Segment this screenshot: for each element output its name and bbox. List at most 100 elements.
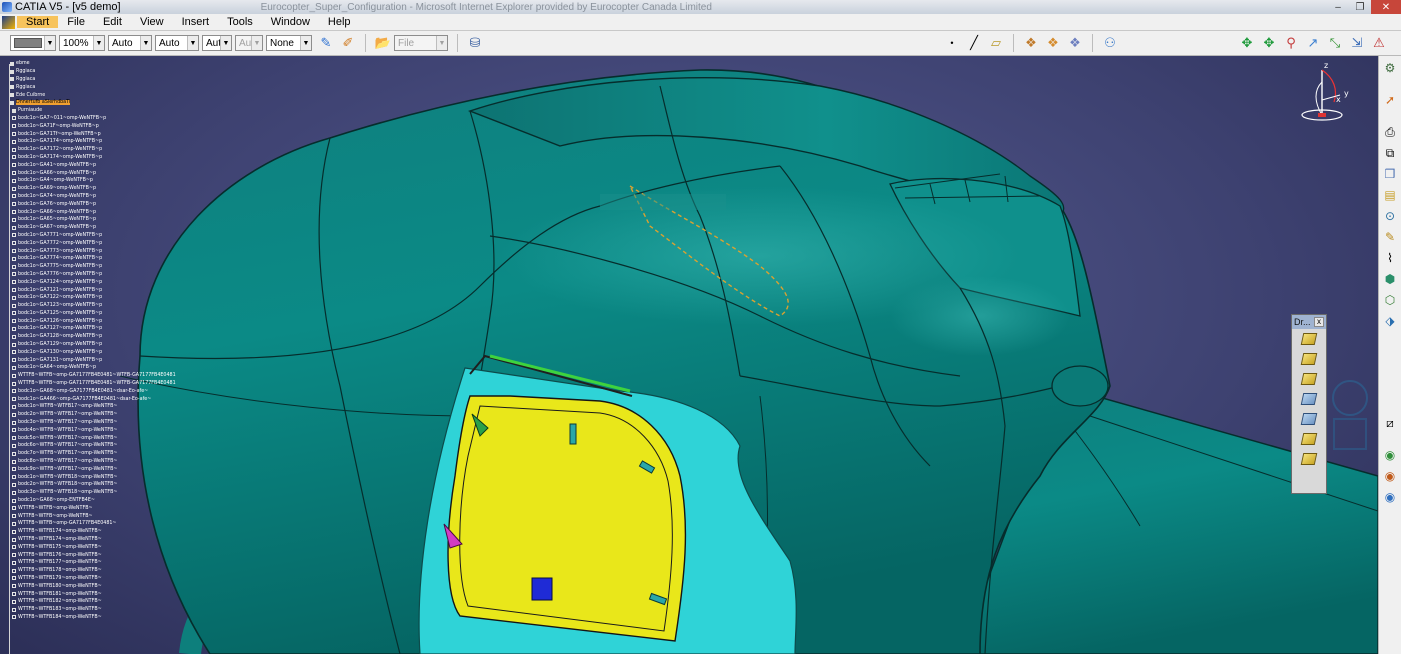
tree-node[interactable]: bodc1o~GA64~omp-WeNTFB~p [4, 364, 154, 372]
tree-node[interactable]: bodc2o~WTFB~WTFB18~omp-WeNTFB~ [4, 481, 154, 489]
tree-expand-icon[interactable] [12, 514, 16, 519]
point-type-combo[interactable]: Aut ▼ [202, 35, 232, 51]
tree-node[interactable]: bodc1o~WTFB~WTFB18~omp-WeNTFB~ [4, 473, 154, 481]
tree-node[interactable]: WTTFB~WTFB174~omp-WeNTFB~ [4, 528, 154, 536]
tree-node[interactable]: bodc1o~GA71F~omp-WeNTFB~p [4, 122, 154, 130]
tree-expand-icon[interactable] [12, 443, 16, 448]
restore-button[interactable]: ❐ [1349, 0, 1371, 14]
tree-expand-icon[interactable] [12, 576, 16, 581]
file-combo[interactable]: File ▼ [394, 35, 448, 51]
tree-expand-icon[interactable] [12, 365, 16, 370]
properties-painter-icon[interactable]: ✐ [339, 34, 357, 52]
dress-up-icon[interactable]: ⬗ [1381, 312, 1399, 330]
tree-expand-icon[interactable] [12, 116, 16, 121]
transparency-combo[interactable]: 100% ▼ [59, 35, 105, 51]
snap-icon[interactable]: ↗ [1304, 34, 1322, 52]
tree-node[interactable]: bodc1o~GA76~omp-WeNTFB~p [4, 200, 154, 208]
tree-expand-icon[interactable] [12, 498, 16, 503]
tree-node[interactable]: bodc1o~GA7124~omp-WeNTFB~p [4, 278, 154, 286]
tree-node[interactable]: Rggiaca [4, 76, 154, 84]
tree-expand-icon[interactable] [12, 280, 16, 285]
minimize-button[interactable]: – [1327, 0, 1349, 14]
tree-expand-icon[interactable] [12, 397, 16, 402]
tree-expand-icon[interactable] [12, 459, 16, 464]
point-icon[interactable]: • [943, 34, 961, 52]
clash-icon[interactable]: ⚠ [1370, 34, 1388, 52]
tree-node[interactable]: bodc8o~WTFB~WTFB17~omp-WeNTFB~ [4, 458, 154, 466]
analysis-2-icon[interactable]: ◉ [1381, 467, 1399, 485]
menu-help[interactable]: Help [319, 16, 360, 28]
tree-node[interactable]: bodc1o~GA41~omp-WeNTFB~p [4, 161, 154, 169]
tree-expand-icon[interactable] [12, 506, 16, 511]
profile-icon[interactable]: ⌇ [1381, 249, 1399, 267]
plane-icon[interactable]: ▱ [987, 34, 1005, 52]
tree-expand-icon[interactable] [12, 210, 16, 215]
constraint-icon[interactable]: ⚇ [1101, 34, 1119, 52]
rendering-combo[interactable]: None ▼ [266, 35, 312, 51]
3d-viewport[interactable]: ebme Rggiaca Rggiaca Rggiaca Ede Cuibrne Dnne… [0, 56, 1378, 654]
tree-node[interactable]: WTTFB~WTFB181~omp-WeNTFB~ [4, 590, 154, 598]
specification-tree[interactable]: ebme Rggiaca Rggiaca Rggiaca Ede Cuibrne Dnne… [4, 60, 176, 654]
color-combo[interactable]: ▼ [10, 35, 56, 51]
tree-expand-icon[interactable] [12, 607, 16, 612]
tree-node[interactable]: bodc1o~GA7174~omp-WeNTFB~p [4, 138, 154, 146]
tree-expand-icon[interactable] [12, 186, 16, 191]
tree-node[interactable]: WTTFB~WTFB180~omp-WeNTFB~ [4, 582, 154, 590]
broken-view-button[interactable] [1292, 449, 1326, 469]
tree-expand-icon[interactable] [12, 295, 16, 300]
tree-expand-icon[interactable] [12, 288, 16, 292]
menu-insert[interactable]: Insert [173, 16, 219, 28]
tree-node[interactable]: bodc1o~GA68~omp-GA7177FB4E0481~dsar-Eo-a… [4, 387, 154, 395]
tree-expand-icon[interactable] [12, 475, 16, 480]
tree-node[interactable]: bodc1o~GA67~omp-WeNTFB~p [4, 224, 154, 232]
tree-expand-icon[interactable] [12, 155, 16, 160]
tree-node[interactable]: WTTFB~WTFB~omp-GA7177FB4E0481~WTFB-GA717… [4, 372, 176, 380]
annotation-icon[interactable]: ⧄ [1381, 414, 1399, 432]
tree-node[interactable]: bodc1o~GA66~omp-WeNTFB~p [4, 208, 154, 216]
tree-expand-icon[interactable] [12, 451, 16, 456]
tree-node[interactable]: Dnnertufb aSlerhdbaTi [4, 99, 154, 107]
tree-expand-icon[interactable] [12, 560, 16, 565]
tree-node[interactable]: Rggiaca [4, 68, 154, 76]
tree-node[interactable]: WTTFB~WTFB~omp-GA7177FB4E0481~WTFB-GA717… [4, 380, 176, 388]
section-view-button[interactable] [1292, 389, 1326, 409]
tree-node[interactable]: bodc1o~GA7~011~omp-WeNTFB~p [4, 115, 154, 123]
tree-node[interactable]: bodc1o~GA7130~omp-WeNTFB~p [4, 348, 154, 356]
auxiliary-view-button[interactable] [1292, 369, 1326, 389]
tree-node[interactable]: bodc1o~GA69~omp-WeNTFB~p [4, 185, 154, 193]
tree-expand-icon[interactable] [12, 124, 16, 129]
tree-expand-icon[interactable] [12, 202, 16, 207]
tree-expand-icon[interactable] [12, 553, 16, 558]
tree-expand-icon[interactable] [12, 436, 16, 441]
tree-expand-icon[interactable] [12, 599, 16, 604]
drafting-panel-header[interactable]: Dr... x [1292, 315, 1326, 329]
tree-node[interactable]: WTTFB~WTFB178~omp-WeNTFB~ [4, 567, 154, 575]
workbench-gear-icon[interactable]: ⚙ [1381, 59, 1399, 77]
cylinder-icon[interactable]: ⊙ [1381, 207, 1399, 225]
tree-expand-icon[interactable] [12, 147, 16, 152]
tree-expand-icon[interactable] [12, 139, 16, 144]
tree-node[interactable]: bodc7o~WTFB~WTFB17~omp-WeNTFB~ [4, 450, 154, 458]
tree-expand-icon[interactable] [12, 225, 16, 230]
tree-expand-icon[interactable] [12, 272, 16, 277]
tree-expand-icon[interactable] [12, 163, 16, 168]
tree-node[interactable]: bodc1o~GA7128~omp-WeNTFB~p [4, 333, 154, 341]
tree-node[interactable]: bodc6o~WTFB~WTFB17~omp-WeNTFB~ [4, 442, 154, 450]
painter-icon[interactable]: ✎ [317, 34, 335, 52]
tree-node[interactable]: bodc1o~GA68~omp-ENTFB4E~ [4, 497, 154, 505]
clipping-view-button[interactable] [1292, 429, 1326, 449]
tree-expand-icon[interactable] [12, 568, 16, 573]
tree-node[interactable]: bodc1o~GA65~omp-WeNTFB~p [4, 216, 154, 224]
analysis-3-icon[interactable]: ◉ [1381, 488, 1399, 506]
tree-expand-icon[interactable] [12, 482, 16, 487]
tree-expand-icon[interactable] [12, 529, 16, 534]
tree-expand-icon[interactable] [12, 420, 16, 425]
tree-node[interactable]: bodc1o~GA7123~omp-WeNTFB~p [4, 302, 154, 310]
tree-node[interactable]: bodc1o~WTFB~WTFB17~omp-WeNTFB~ [4, 403, 154, 411]
tree-expand-icon[interactable] [12, 490, 16, 495]
assembly-icon[interactable]: ❖ [1022, 34, 1040, 52]
tree-node[interactable]: bodc1o~GA7174~omp-WeNTFB~p [4, 154, 154, 162]
components-icon[interactable]: ❖ [1066, 34, 1084, 52]
menu-file[interactable]: File [58, 16, 94, 28]
line-type-combo[interactable]: Auto ▼ [155, 35, 199, 51]
